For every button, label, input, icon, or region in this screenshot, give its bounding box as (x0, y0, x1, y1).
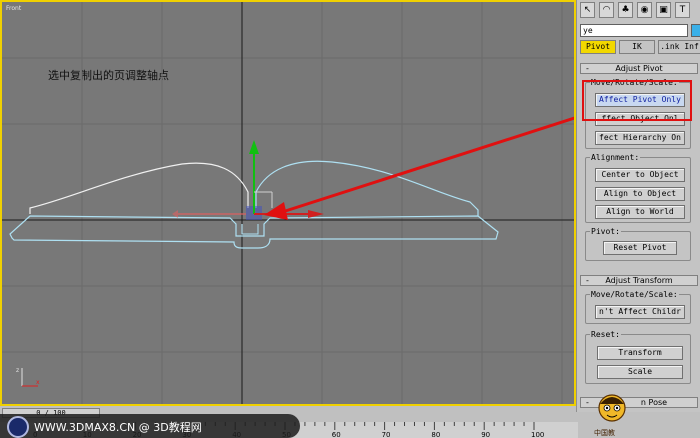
hierarchy-icon[interactable]: ♣ (618, 2, 633, 18)
rollout-title: Adjust Transform (605, 276, 673, 285)
screen: Front 选中复制出的页调整轴点 x z ↖ ◠ ♣ ◉ ▣ T ye Piv… (0, 0, 700, 438)
viewport-scene: x z (2, 2, 574, 404)
book-cover (9, 215, 499, 249)
viewport-grid (2, 2, 574, 404)
site-logo-icon (7, 416, 29, 438)
modify-icon[interactable]: ◠ (599, 2, 614, 18)
svg-text:z: z (16, 367, 19, 374)
rollout-title: Adjust Pivot (615, 64, 663, 73)
utilities-icon[interactable]: T (675, 2, 690, 18)
align-to-object-button[interactable]: Align to Object (595, 187, 685, 201)
timeline-tick-label: 100 (531, 431, 545, 438)
group-label: Move/Rotate/Scale: (590, 290, 679, 299)
timeline-tick-label: 80 (431, 431, 441, 438)
reset-transform-button[interactable]: Transform (597, 346, 683, 360)
object-name-field[interactable]: ye (580, 24, 688, 37)
book-spine (241, 224, 259, 235)
svg-text:x: x (36, 379, 40, 386)
reset-scale-button[interactable]: Scale (597, 365, 683, 379)
front-viewport[interactable]: Front 选中复制出的页调整轴点 x z (0, 0, 576, 406)
tab-pivot[interactable]: Pivot (580, 40, 616, 54)
timeline-tick-label: 90 (481, 431, 491, 438)
timeline-tick-label: 70 (381, 431, 391, 438)
command-panel: ↖ ◠ ♣ ◉ ▣ T ye Pivot IK .ink Inf - Adjus… (576, 0, 700, 412)
dont-affect-children-button[interactable]: n't Affect Childr (595, 305, 685, 319)
world-axes (2, 2, 574, 404)
collapse-icon: - (586, 398, 589, 407)
pivot-gizmo (172, 140, 324, 220)
red-pointer-arrow (264, 116, 574, 220)
book-left-page (29, 162, 249, 214)
object-color-swatch[interactable] (691, 24, 700, 37)
select-icon[interactable]: ↖ (580, 2, 595, 18)
center-to-object-button[interactable]: Center to Object (595, 168, 685, 182)
adjust-pivot-rollout-header[interactable]: - Adjust Pivot (580, 63, 698, 74)
affect-hierarchy-only-button[interactable]: fect Hierarchy On (595, 131, 685, 145)
motion-icon[interactable]: ◉ (637, 2, 652, 18)
mascot-caption: 中国教 (594, 429, 615, 437)
adjust-transform-rollout-header[interactable]: - Adjust Transform (580, 275, 698, 286)
mascot-icon (598, 394, 626, 422)
display-icon[interactable]: ▣ (656, 2, 671, 18)
reset-pivot-button[interactable]: Reset Pivot (603, 241, 677, 255)
group-label: Reset: (590, 330, 621, 339)
axis-tripod-icon: x z (16, 367, 40, 387)
tab-ik[interactable]: IK (619, 40, 655, 54)
tab-link-info[interactable]: .ink Inf (658, 40, 700, 54)
tutorial-highlight-box (582, 80, 692, 121)
timeline-tick-label: 60 (331, 431, 341, 438)
watermark-text: WWW.3DMAX8.CN @ 3D教程网 (34, 421, 202, 434)
book-right-page (255, 160, 479, 216)
group-label: Alignment: (590, 153, 641, 162)
group-label: Pivot: (590, 227, 621, 236)
align-to-world-button[interactable]: Align to World (595, 205, 685, 219)
